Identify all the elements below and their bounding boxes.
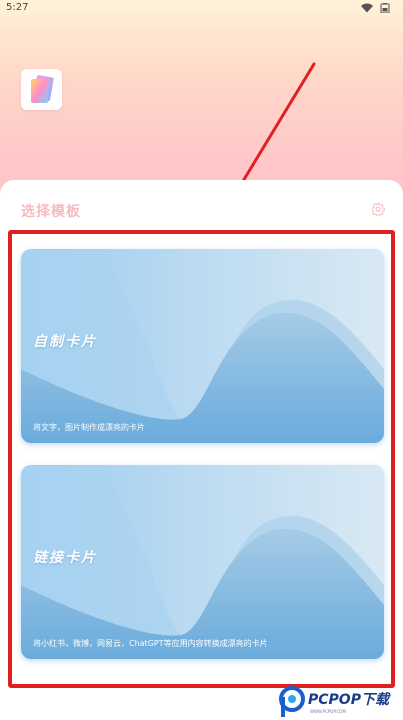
status-bar: 5:27: [0, 0, 403, 18]
card-custom[interactable]: 自制卡片 将文字，图片制作成漂亮的卡片: [21, 249, 384, 443]
wifi-icon: [361, 3, 373, 13]
sheet-title: 选择模板: [21, 204, 81, 220]
card-link[interactable]: 链接卡片 将小红书，微博，网易云，ChatGPT等应用内容转换成漂亮的卡片: [21, 465, 384, 659]
card-title: 链接卡片: [33, 550, 97, 566]
watermark-sub: WWW.PCPOP.COM: [310, 709, 346, 714]
settings-icon[interactable]: [371, 202, 385, 216]
card-description: 将小红书，微博，网易云，ChatGPT等应用内容转换成漂亮的卡片: [33, 639, 268, 648]
template-sheet: 选择模板 自制卡片 将文字，图片制作成漂亮的卡片 链接卡片 将小红书，微博，网易…: [0, 180, 403, 720]
card-stack-icon: [31, 75, 54, 103]
pcpop-logo-icon: [279, 686, 305, 717]
app-logo: [21, 69, 62, 110]
card-title: 自制卡片: [33, 334, 97, 350]
card-description: 将文字，图片制作成漂亮的卡片: [33, 423, 145, 432]
status-time: 5:27: [6, 2, 29, 13]
watermark: PCPOP下载 WWW.PCPOP.COM: [278, 683, 403, 720]
watermark-brand: PCPOP下载: [308, 692, 389, 708]
battery-icon: [379, 3, 391, 13]
